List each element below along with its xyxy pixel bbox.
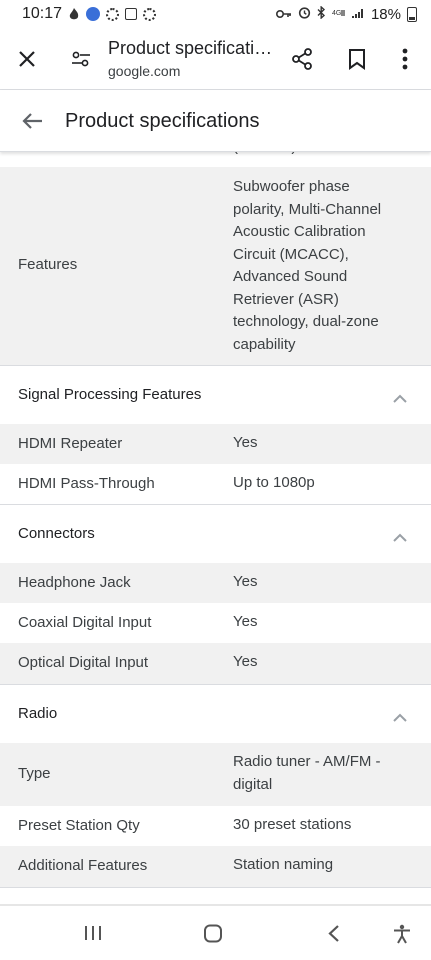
spec-row: Headphone Jack Yes [0,563,431,603]
section-title: Connectors [18,525,95,542]
spec-value: Yes [233,434,258,451]
spec-row: Additional Features Station naming [0,846,431,887]
browser-toolbar: Product specificati… google.com [0,28,431,90]
spec-value: Yes [233,653,258,670]
cut-off-value: (… … …) [233,152,296,155]
status-bar-right: 4G 18% [275,4,417,23]
spec-value-line: Radio tuner - AM/FM - [233,753,381,770]
battery-icon [407,6,417,22]
page-settings-icon[interactable] [68,46,94,72]
bluetooth-icon [317,4,326,23]
spec-row: Type Radio tuner - AM/FM - digital [0,743,431,806]
spec-label: Coaxial Digital Input [18,614,152,631]
system-nav-bar [0,906,431,960]
image-icon [125,8,138,20]
spec-row: HDMI Pass-Through Up to 1080p [0,464,431,504]
spec-label: Features [18,256,78,273]
spec-row: Preset Station Qty 30 preset stations [0,806,431,846]
spec-value: Station naming [233,856,334,873]
spec-label: Type [18,765,51,782]
status-time: 10:17 [22,5,63,22]
spec-value: Up to 1080p [233,474,315,491]
signal-icon [351,6,365,23]
spec-label: Headphone Jack [18,574,131,591]
spec-value: Subwoofer phase polarity, Multi-Channel … [233,176,413,356]
spec-label: Preset Station Qty [18,817,140,834]
section-title: Signal Processing Features [18,386,202,403]
spec-value: Radio tuner - AM/FM - digital [233,751,413,796]
page-title[interactable]: Product specificati… [108,38,278,59]
section-divider [0,887,431,904]
home-icon[interactable] [203,924,223,948]
more-vert-icon[interactable] [392,45,418,73]
page-url[interactable]: google.com [108,63,180,79]
spec-value-line: Circuit (MCACC), [233,245,349,263]
samsung-app-icon [86,7,101,21]
recents-icon[interactable] [84,924,102,947]
section-title: Radio [18,705,58,722]
spec-row-features: Features Subwoofer phase polarity, Multi… [0,167,431,365]
spec-header-title: Product specifications [65,110,260,132]
spec-value-line: technology, dual-zone [233,313,379,330]
vpn-key-icon [275,6,292,23]
spec-row: Optical Digital Input Yes [0,643,431,684]
spec-label: HDMI Repeater [18,435,123,452]
gear-icon [106,7,120,21]
spec-label: HDMI Pass-Through [18,475,155,492]
spec-value-line: Retriever (ASR) [233,290,339,308]
share-icon[interactable] [289,45,315,73]
spec-value-line: Advanced Sound [233,268,348,285]
spec-row: Coaxial Digital Input Yes [0,603,431,643]
chevron-up-icon[interactable] [393,709,407,727]
spec-header: Product specifications [0,90,431,152]
section-radio[interactable]: Radio [0,684,431,743]
section-connectors[interactable]: Connectors [0,504,431,563]
spec-value-line: polarity, Multi-Channel [233,200,382,218]
svg-text:4G: 4G [332,10,341,17]
spec-value: Yes [233,613,258,630]
chevron-up-icon[interactable] [393,390,407,408]
close-icon[interactable] [14,46,40,72]
spec-label: Optical Digital Input [18,654,149,671]
fire-icon [68,8,80,20]
spec-value-line: Acoustic Calibration [233,223,366,240]
status-bar-left: 10:17 [22,5,157,23]
lte-icon: 4G [332,6,346,23]
spec-value: Yes [233,573,258,590]
spec-value-line: capability [233,335,296,353]
spec-value-line: Subwoofer phase [233,178,350,195]
gear-icon [143,7,157,21]
arrow-back-icon[interactable] [18,109,46,133]
accessibility-icon[interactable] [392,924,412,949]
chevron-up-icon[interactable] [393,529,407,547]
alarm-icon [298,6,311,23]
spec-value-line: digital [233,775,273,793]
cut-off-row: (… … …) [0,152,431,167]
section-signal-processing[interactable]: Signal Processing Features [0,365,431,424]
spec-label: Additional Features [18,857,148,874]
back-icon[interactable] [327,924,341,948]
spec-value: 30 preset stations [233,816,352,833]
status-bar: 10:17 4G 18% [0,0,431,28]
spec-row: HDMI Repeater Yes [0,424,431,464]
bookmark-icon[interactable] [344,45,370,73]
spec-content[interactable]: (… … …) Features Subwoofer phase polarit… [0,152,431,904]
battery-percent: 18% [370,5,401,23]
